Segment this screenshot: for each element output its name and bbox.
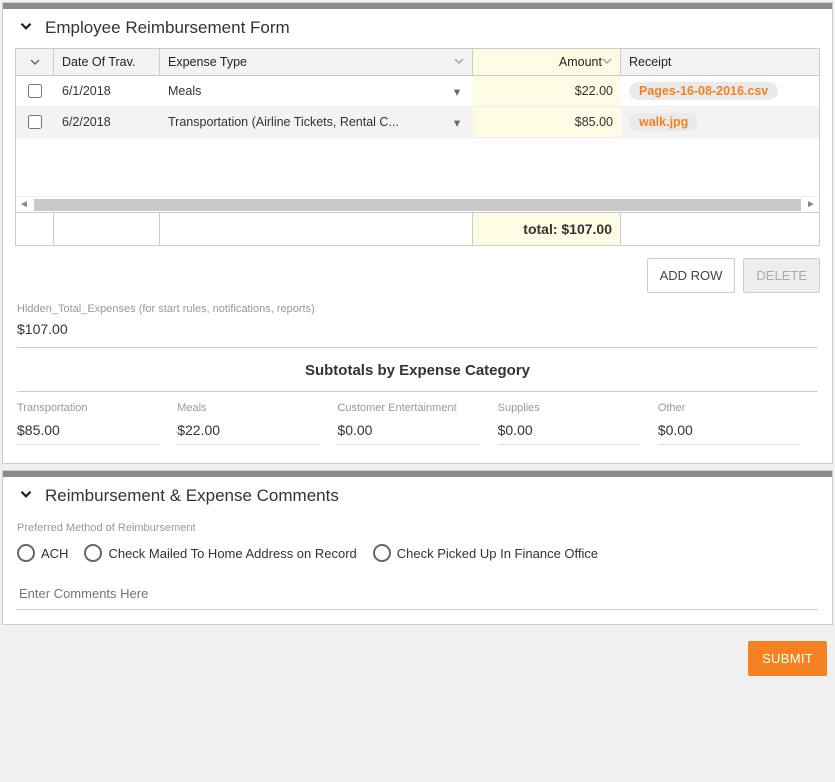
column-header-amount-label: Amount	[481, 55, 602, 69]
subtotal-label: Customer Entertainment	[337, 402, 497, 414]
column-header-date-label: Date Of Trav.	[62, 55, 151, 69]
chevron-down-icon[interactable]	[454, 55, 464, 69]
hidden-total-label: Hidden_Total_Expenses (for start rules, …	[17, 303, 818, 315]
cell-amount[interactable]: $22.00	[473, 76, 621, 106]
radio-check-mailed[interactable]: Check Mailed To Home Address on Record	[84, 544, 356, 562]
scroll-track[interactable]	[34, 199, 801, 211]
cell-type[interactable]: Meals ▾	[160, 76, 473, 106]
subtotal-value: $0.00	[337, 422, 479, 445]
subtotal-value: $85.00	[17, 422, 159, 445]
subtotal-value: $0.00	[498, 422, 640, 445]
cell-amount[interactable]: $85.00	[473, 107, 621, 137]
column-header-receipt[interactable]: Receipt	[621, 49, 819, 75]
delete-button[interactable]: DELETE	[743, 258, 820, 293]
subtotal-value: $0.00	[658, 422, 800, 445]
column-menu-checkbox[interactable]	[16, 49, 54, 75]
radio-icon	[84, 544, 102, 562]
grid-header: Date Of Trav. Expense Type Amount Receip…	[16, 49, 819, 76]
column-header-amount[interactable]: Amount	[473, 49, 621, 75]
radio-check-pickup[interactable]: Check Picked Up In Finance Office	[373, 544, 598, 562]
receipt-link[interactable]: walk.jpg	[639, 115, 688, 129]
radio-label: Check Mailed To Home Address on Record	[108, 546, 356, 561]
add-row-button[interactable]: ADD ROW	[647, 258, 736, 293]
radio-icon	[373, 544, 391, 562]
subtotals-header: Subtotals by Expense Category	[3, 348, 832, 391]
subtotal-value: $22.00	[177, 422, 319, 445]
cell-type[interactable]: Transportation (Airline Tickets, Rental …	[160, 107, 473, 137]
dropdown-caret-icon[interactable]: ▾	[449, 115, 465, 130]
preferred-method-label: Preferred Method of Reimbursement	[3, 516, 832, 542]
radio-label: Check Picked Up In Finance Office	[397, 546, 598, 561]
table-row: 6/1/2018 Meals ▾ $22.00 Pages-16-08-2016…	[16, 76, 819, 107]
hidden-total-value: $107.00	[17, 315, 818, 347]
column-header-receipt-label: Receipt	[629, 55, 811, 69]
dropdown-caret-icon[interactable]: ▾	[449, 84, 465, 99]
cell-type-value: Transportation (Airline Tickets, Rental …	[168, 115, 449, 129]
grid-footer: total: $107.00	[16, 212, 819, 245]
expense-grid: Date Of Trav. Expense Type Amount Receip…	[15, 48, 820, 246]
collapse-toggle-section1[interactable]	[17, 17, 35, 38]
total-cell: total: $107.00	[473, 213, 621, 245]
scroll-right-icon[interactable]: ►	[803, 199, 819, 210]
row-checkbox[interactable]	[28, 84, 42, 98]
subtotals-grid: Transportation $85.00 Meals $22.00 Custo…	[3, 392, 832, 463]
row-checkbox[interactable]	[28, 115, 42, 129]
radio-label: ACH	[41, 546, 68, 561]
section2-title: Reimbursement & Expense Comments	[45, 486, 339, 506]
chevron-down-icon[interactable]	[602, 55, 612, 69]
column-header-date[interactable]: Date Of Trav.	[54, 49, 160, 75]
submit-button[interactable]: SUBMIT	[748, 641, 827, 676]
comments-input[interactable]	[17, 578, 818, 610]
collapse-toggle-section2[interactable]	[17, 485, 35, 506]
horizontal-scrollbar[interactable]: ◄ ►	[16, 196, 819, 212]
radio-ach[interactable]: ACH	[17, 544, 68, 562]
subtotal-label: Transportation	[17, 402, 177, 414]
table-row: 6/2/2018 Transportation (Airline Tickets…	[16, 107, 819, 138]
column-header-type-label: Expense Type	[168, 55, 454, 69]
cell-date[interactable]: 6/1/2018	[54, 76, 160, 106]
subtotal-label: Supplies	[498, 402, 658, 414]
scroll-left-icon[interactable]: ◄	[16, 199, 32, 210]
cell-type-value: Meals	[168, 84, 449, 98]
receipt-link[interactable]: Pages-16-08-2016.csv	[639, 84, 768, 98]
column-header-type[interactable]: Expense Type	[160, 49, 473, 75]
grid-body: 6/1/2018 Meals ▾ $22.00 Pages-16-08-2016…	[16, 76, 819, 196]
radio-icon	[17, 544, 35, 562]
section1-title: Employee Reimbursement Form	[45, 18, 290, 38]
reimbursement-method-group: ACH Check Mailed To Home Address on Reco…	[3, 542, 832, 576]
subtotal-label: Meals	[177, 402, 337, 414]
cell-date[interactable]: 6/2/2018	[54, 107, 160, 137]
subtotal-label: Other	[658, 402, 818, 414]
